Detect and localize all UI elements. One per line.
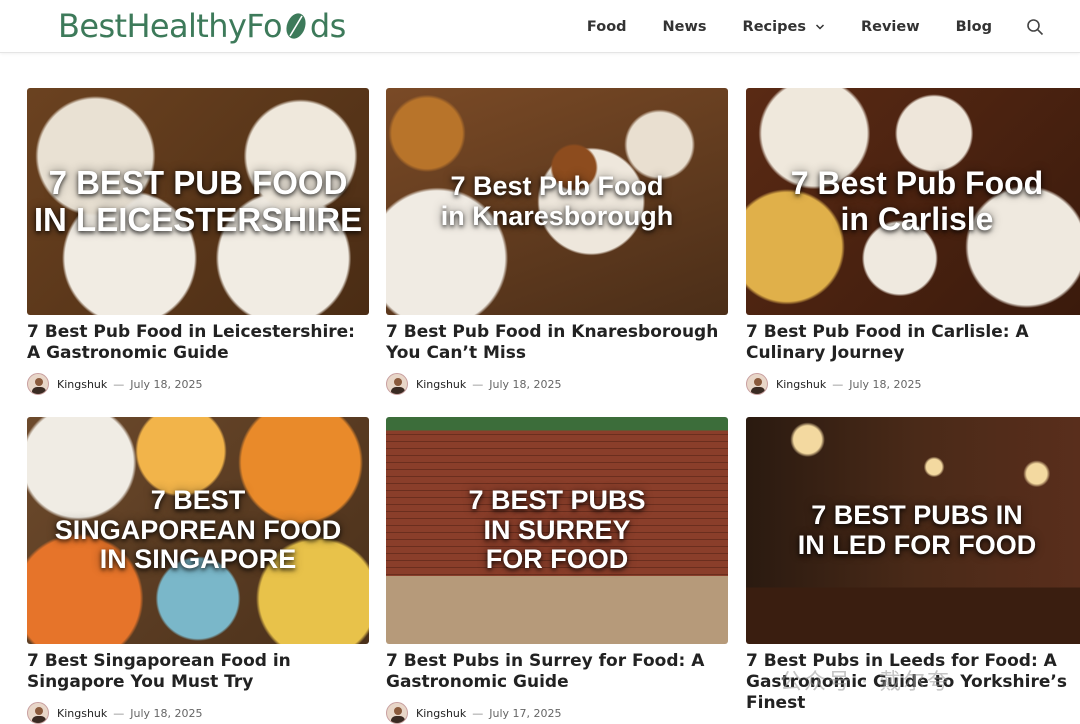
article-thumbnail[interactable]: 7 BEST PUBS IN SURREY FOR FOOD [386,417,728,644]
article-meta: Kingshuk — July 18, 2025 [386,373,728,395]
overlay-line: IN SINGAPORE [99,544,297,575]
post-date: July 18, 2025 [130,377,203,391]
article-title[interactable]: 7 Best Pubs in Leeds for Food: A Gastron… [746,651,1080,714]
nav-item-label: Review [860,18,920,35]
article-thumbnail[interactable]: 7 BEST PUBS IN IN LED FOR FOOD [746,417,1080,644]
article-thumbnail[interactable]: 7 Best Pub Food in Carlisle [746,88,1080,315]
site-logo[interactable]: BestHealthyFo ds [58,6,346,46]
main-nav: Food News Recipes Review Blog [587,0,1080,53]
author-name[interactable]: Kingshuk [57,378,107,391]
nav-item-news[interactable]: News [663,19,707,35]
article-title[interactable]: 7 Best Pub Food in Leicestershire: A Gas… [27,322,369,364]
article-card: 7 BEST PUBS IN IN LED FOR FOOD 7 Best Pu… [746,417,1080,714]
nav-item-label: Blog [955,18,992,35]
article-meta: Kingshuk — July 17, 2025 [386,702,728,724]
meta-separator: — [113,377,125,391]
article-thumbnail[interactable]: 7 BEST PUB FOOD IN LEICESTERSHIRE [27,88,369,315]
nav-item-food[interactable]: Food [587,19,627,35]
meta-separator: — [832,377,844,391]
author-name[interactable]: Kingshuk [57,707,107,720]
author-name[interactable]: Kingshuk [416,707,466,720]
overlay-line: IN SURREY [483,514,631,545]
leaf-icon [286,13,306,39]
article-thumbnail[interactable]: 7 Best Pub Food in Knaresborough [386,88,728,315]
article-card: 7 Best Pub Food in Carlisle 7 Best Pub F… [746,88,1080,395]
overlay-line: IN LED FOR FOOD [797,529,1037,560]
thumbnail-overlay-text: 7 BEST PUBS IN SURREY FOR FOOD [386,417,728,644]
thumbnail-overlay-text: 7 BEST SINGAPOREAN FOOD IN SINGAPORE [27,417,369,644]
nav-item-label: News [662,18,707,35]
post-date: July 18, 2025 [130,706,203,720]
article-title[interactable]: 7 Best Pub Food in Carlisle: A Culinary … [746,322,1080,364]
article-card: 7 BEST SINGAPOREAN FOOD IN SINGAPORE 7 B… [27,417,369,724]
article-card: 7 BEST PUBS IN SURREY FOR FOOD 7 Best Pu… [386,417,728,724]
avatar[interactable] [27,373,49,395]
overlay-line: 7 Best Pub Food [450,170,664,201]
author-name[interactable]: Kingshuk [776,378,826,391]
nav-item-label: Food [586,18,627,35]
article-title[interactable]: 7 Best Pub Food in Knaresborough You Can… [386,322,728,364]
search-icon[interactable] [1026,18,1044,36]
meta-separator: — [472,706,484,720]
avatar[interactable] [386,702,408,724]
post-date: July 18, 2025 [489,377,562,391]
thumbnail-overlay-text: 7 BEST PUB FOOD IN LEICESTERSHIRE [27,88,369,315]
avatar[interactable] [746,373,768,395]
article-meta: Kingshuk — July 18, 2025 [27,373,369,395]
nav-item-recipes[interactable]: Recipes [743,19,825,35]
overlay-line: SINGAPOREAN FOOD [54,514,342,545]
post-date: July 18, 2025 [849,377,922,391]
site-header: BestHealthyFo ds Food News Recipes Revie… [0,0,1080,53]
thumbnail-overlay-text: 7 BEST PUBS IN IN LED FOR FOOD [746,417,1080,644]
thumbnail-overlay-text: 7 Best Pub Food in Knaresborough [386,88,728,315]
article-title[interactable]: 7 Best Singaporean Food in Singapore You… [27,651,369,693]
chevron-down-icon [815,23,824,30]
logo-text-end: ds [309,7,346,45]
author-name[interactable]: Kingshuk [416,378,466,391]
meta-separator: — [113,706,125,720]
article-card: 7 BEST PUB FOOD IN LEICESTERSHIRE 7 Best… [27,88,369,395]
overlay-line: 7 Best Pub Food [790,165,1044,202]
article-card: 7 Best Pub Food in Knaresborough 7 Best … [386,88,728,395]
nav-item-review[interactable]: Review [861,19,920,35]
overlay-line: 7 BEST PUBS [468,484,646,515]
logo-text-start: BestHealthyFo [58,7,283,45]
article-meta: Kingshuk — July 18, 2025 [27,702,369,724]
nav-item-blog[interactable]: Blog [956,19,992,35]
overlay-line: 7 BEST PUBS IN [811,499,1023,530]
article-meta: Kingshuk — July 18, 2025 [746,373,1080,395]
avatar[interactable] [27,702,49,724]
overlay-line: in Knaresborough [440,200,674,231]
overlay-line: 7 BEST PUB FOOD [48,164,348,202]
avatar[interactable] [386,373,408,395]
overlay-line: in Carlisle [840,200,994,237]
article-thumbnail[interactable]: 7 BEST SINGAPOREAN FOOD IN SINGAPORE [27,417,369,644]
thumbnail-overlay-text: 7 Best Pub Food in Carlisle [746,88,1080,315]
post-date: July 17, 2025 [489,706,562,720]
meta-separator: — [472,377,484,391]
nav-item-label: Recipes [742,18,806,35]
overlay-line: FOR FOOD [485,544,629,575]
overlay-line: IN LEICESTERSHIRE [33,200,363,238]
overlay-line: 7 BEST [150,484,246,515]
article-title[interactable]: 7 Best Pubs in Surrey for Food: A Gastro… [386,651,728,693]
